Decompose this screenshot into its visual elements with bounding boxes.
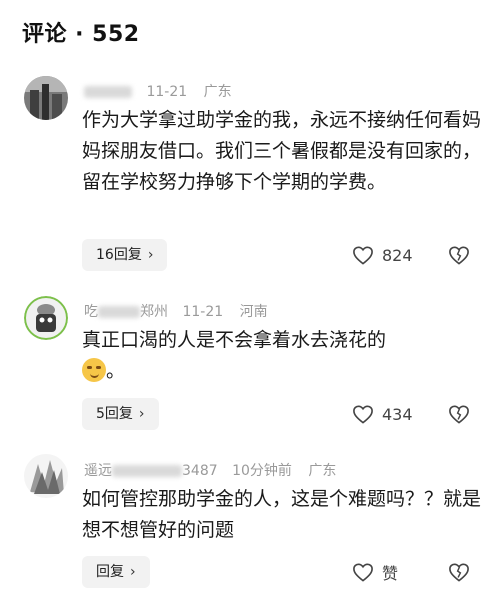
like-count: 赞: [382, 564, 399, 583]
replies-button[interactable]: 16回复 ›: [82, 239, 168, 271]
dislike-button[interactable]: [448, 556, 470, 588]
avatar-image: [24, 296, 68, 340]
replies-label: 回复: [96, 564, 124, 580]
comment-date: 11-21: [182, 304, 224, 320]
comment-meta: 11-21 广东: [84, 81, 232, 101]
like-button[interactable]: 824: [352, 239, 413, 271]
heart-icon: [353, 405, 373, 424]
broken-heart-icon: [449, 405, 469, 424]
avatar-image: [24, 454, 68, 498]
comments-header: 评论 · 552: [22, 22, 140, 47]
like-count: 824: [382, 245, 413, 265]
comment-text: 作为大学拿过助学金的我，永远不接纳任何看妈妈探朋友借口。我们三个暑假都是没有回家…: [82, 109, 482, 193]
chevron-right-icon: ›: [138, 406, 145, 422]
comment-text: 真正口渴的人是不会拿着水去浇花的 。: [82, 325, 482, 387]
like-button[interactable]: 434: [352, 398, 413, 430]
comment-meta: 遥远 3487 10分钟前 广东: [84, 460, 336, 480]
comment-meta: 吃郑州 11-21 河南: [84, 301, 268, 321]
comment-date: 11-21: [146, 84, 188, 100]
avatar[interactable]: [24, 454, 68, 498]
chevron-right-icon: ›: [147, 247, 154, 263]
broken-heart-icon: [449, 246, 469, 265]
heart-icon: [353, 563, 373, 582]
comment-date: 10分钟前: [232, 463, 292, 479]
dislike-button[interactable]: [448, 239, 470, 271]
replies-button[interactable]: 回复 ›: [82, 556, 150, 588]
comment-region: 广东: [203, 84, 232, 100]
username[interactable]: 遥远 3487: [84, 460, 218, 480]
comment-text-end: 。: [106, 360, 126, 382]
dislike-button[interactable]: [448, 398, 470, 430]
comment-region: 河南: [239, 304, 268, 320]
like-button[interactable]: 赞: [352, 556, 398, 588]
comment-region: 广东: [308, 463, 337, 479]
avatar[interactable]: [24, 76, 68, 120]
broken-heart-icon: [449, 563, 469, 582]
like-count: 434: [382, 404, 413, 424]
heart-icon: [353, 246, 373, 265]
avatar-image: [24, 76, 68, 120]
username[interactable]: 吃郑州: [84, 301, 168, 321]
comment-text: 如何管控那助学金的人，这是个难题吗？？就是想不想管好的问题: [82, 488, 482, 541]
replies-label: 5回复: [96, 406, 133, 422]
avatar[interactable]: [24, 296, 68, 340]
smirk-emoji-icon: [82, 358, 106, 382]
replies-label: 16回复: [96, 247, 142, 263]
chevron-right-icon: ›: [130, 564, 136, 580]
comment-text-main: 真正口渴的人是不会拿着水去浇花的: [82, 329, 387, 351]
username[interactable]: [84, 84, 132, 100]
replies-button[interactable]: 5回复 ›: [82, 398, 159, 430]
